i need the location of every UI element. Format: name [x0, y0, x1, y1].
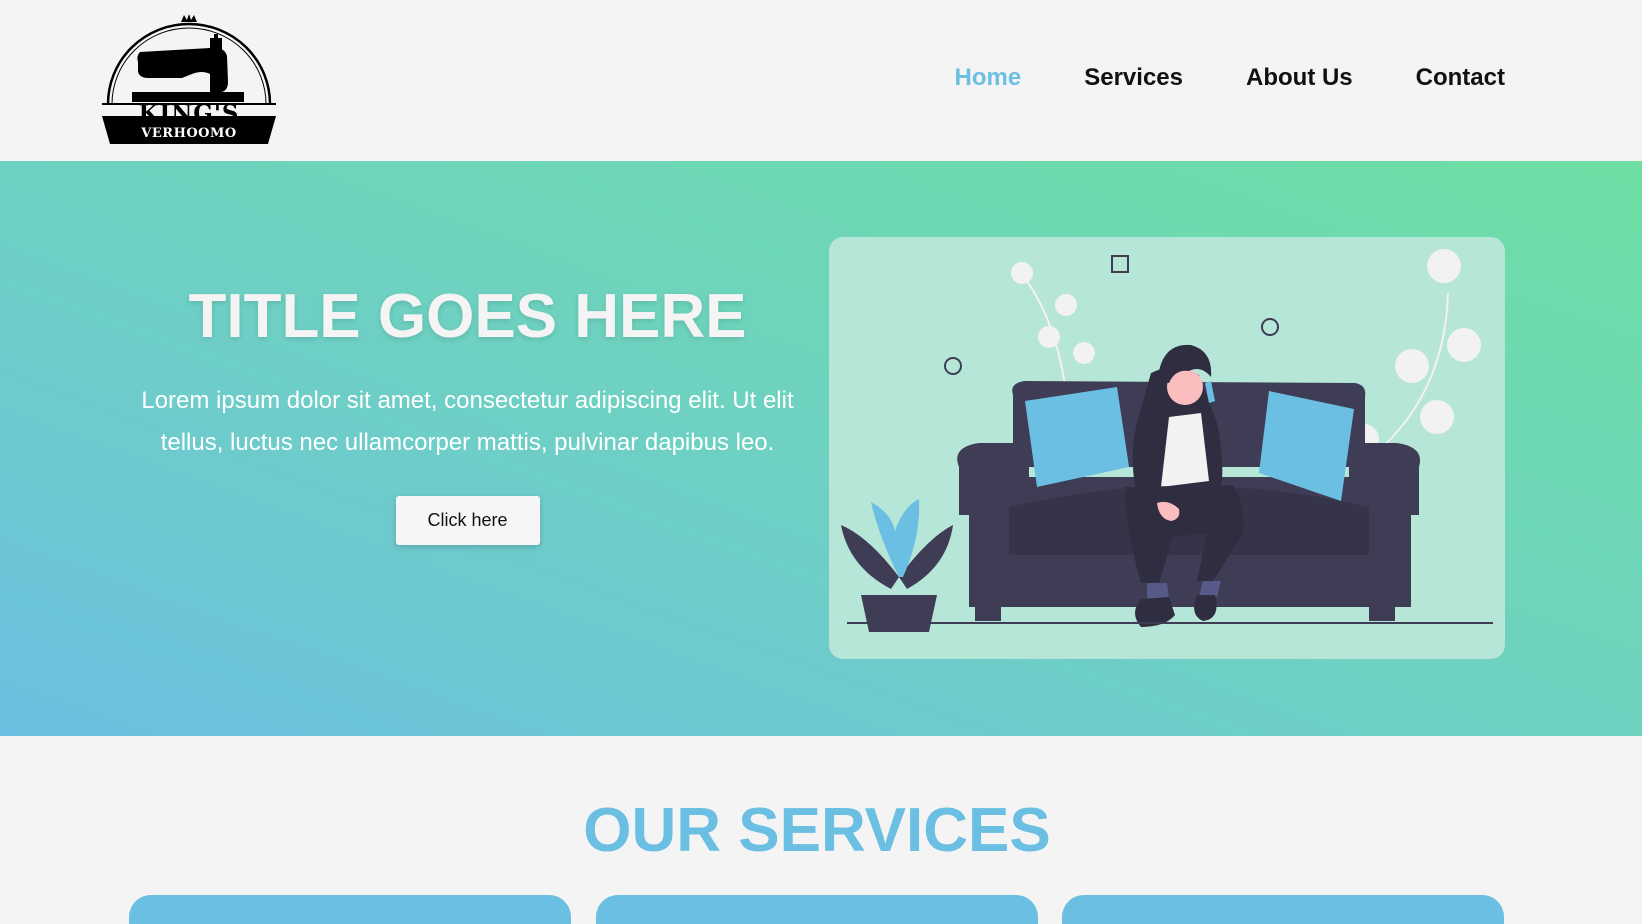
service-card[interactable]	[1062, 895, 1504, 924]
logo-name: KING'S	[138, 100, 240, 127]
hero-content: TITLE GOES HERE Lorem ipsum dolor sit am…	[130, 281, 805, 545]
hero-illustration	[829, 237, 1505, 659]
hero-section: TITLE GOES HERE Lorem ipsum dolor sit am…	[0, 161, 1642, 736]
nav-item-contact[interactable]: Contact	[1416, 64, 1505, 92]
site-header: KING'S VERHOOMO Home Services About Us C…	[0, 0, 1642, 161]
service-card[interactable]	[596, 895, 1038, 924]
services-title: OUR SERVICES	[583, 796, 1051, 865]
service-card[interactable]	[129, 895, 571, 924]
logo-subtitle: VERHOOMO	[141, 126, 237, 141]
nav-item-home[interactable]: Home	[955, 64, 1022, 92]
main-nav: Home Services About Us Contact	[955, 64, 1505, 92]
kings-verhoomo-logo[interactable]: KING'S VERHOOMO	[102, 12, 276, 144]
click-here-button[interactable]: Click here	[395, 496, 540, 545]
hero-title: TITLE GOES HERE	[188, 282, 747, 351]
nav-item-about-us[interactable]: About Us	[1246, 64, 1353, 92]
hero-description: Lorem ipsum dolor sit amet, consectetur …	[141, 387, 794, 456]
person-on-sofa-illustration	[841, 249, 1493, 632]
nav-item-services[interactable]: Services	[1084, 64, 1183, 92]
